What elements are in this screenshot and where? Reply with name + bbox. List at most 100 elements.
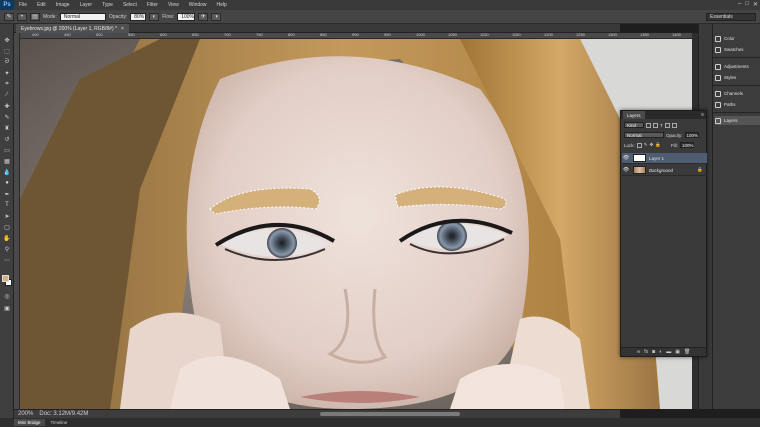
- move-tool-icon[interactable]: ✥: [3, 36, 11, 44]
- blend-mode-select[interactable]: Normal: [624, 132, 664, 138]
- document-canvas[interactable]: [20, 39, 692, 409]
- menu-file[interactable]: File: [14, 2, 32, 8]
- ruler-tick: 1200: [544, 32, 553, 37]
- eraser-tool-icon[interactable]: ▭: [3, 146, 11, 154]
- lasso-tool-icon[interactable]: ᘐ: [3, 58, 11, 66]
- quick-select-tool-icon[interactable]: ✦: [3, 69, 11, 77]
- tab-close-icon[interactable]: ×: [121, 26, 124, 32]
- link-layers-icon[interactable]: ∞: [637, 349, 641, 355]
- crop-tool-icon[interactable]: ⌗: [3, 80, 11, 88]
- layers-tab[interactable]: Layers: [623, 111, 645, 119]
- filter-type-icon[interactable]: T: [660, 123, 663, 128]
- shape-tool-icon[interactable]: ▢: [3, 223, 11, 231]
- screen-mode-icon[interactable]: ▣: [3, 304, 11, 312]
- filter-pixel-icon[interactable]: [646, 122, 651, 128]
- zoom-level[interactable]: 200%: [18, 411, 33, 417]
- delete-layer-icon[interactable]: 🗑: [684, 349, 690, 355]
- pressure-size-icon[interactable]: ◑: [211, 12, 222, 21]
- quick-mask-icon[interactable]: ◎: [3, 292, 11, 300]
- zoom-tool-icon[interactable]: ⚲: [3, 245, 11, 253]
- healing-tool-icon[interactable]: ✚: [3, 102, 11, 110]
- filter-adjust-icon[interactable]: [653, 122, 658, 128]
- panel-paths[interactable]: Paths: [715, 100, 760, 109]
- flow-field[interactable]: 100%: [177, 12, 196, 21]
- tab-timeline[interactable]: Timeline: [47, 419, 72, 426]
- panel-layers-label: Layers: [724, 118, 738, 123]
- panel-layers[interactable]: Layers: [715, 116, 760, 125]
- layer-opacity-field[interactable]: 100%: [684, 132, 699, 138]
- layer-row-layer-1[interactable]: 👁 Layer 1: [622, 153, 707, 164]
- document-info[interactable]: Doc: 3.12M/9.42M: [39, 411, 88, 417]
- new-group-icon[interactable]: ▬: [666, 349, 671, 355]
- clone-stamp-tool-icon[interactable]: ♜: [3, 124, 11, 132]
- ruler-tick: 1250: [576, 32, 585, 37]
- path-select-tool-icon[interactable]: ➤: [3, 212, 11, 220]
- layer-fill-field[interactable]: 100%: [679, 142, 694, 148]
- menu-help[interactable]: Help: [212, 2, 232, 8]
- airbrush-icon[interactable]: ✈: [198, 12, 209, 21]
- opacity-label: Opacity:: [666, 132, 683, 138]
- marquee-tool-icon[interactable]: ⬚: [3, 47, 11, 55]
- menu-image[interactable]: Image: [51, 2, 75, 8]
- layer-name[interactable]: Layer 1: [649, 156, 664, 161]
- new-layer-icon[interactable]: ▣: [675, 349, 680, 355]
- brush-panel-icon[interactable]: ▤: [30, 12, 40, 21]
- ruler-tick: 950: [384, 32, 391, 37]
- type-tool-icon[interactable]: T: [3, 201, 11, 209]
- menu-filter[interactable]: Filter: [142, 2, 163, 8]
- eyedropper-tool-icon[interactable]: ⁄: [3, 91, 11, 99]
- dodge-tool-icon[interactable]: ●: [3, 179, 11, 187]
- history-brush-tool-icon[interactable]: ↺: [3, 135, 11, 143]
- channels-icon: [715, 90, 721, 97]
- foreground-color-swatch[interactable]: [2, 275, 9, 282]
- opacity-field[interactable]: 80%: [130, 12, 147, 21]
- hand-tool-icon[interactable]: ✋: [3, 234, 11, 242]
- menu-edit[interactable]: Edit: [32, 2, 51, 8]
- layer-style-icon[interactable]: fx: [644, 349, 648, 355]
- maximize-icon[interactable]: □: [745, 1, 749, 8]
- filter-smart-icon[interactable]: [671, 122, 677, 128]
- pen-tool-icon[interactable]: ✒: [3, 190, 11, 198]
- pressure-opacity-icon[interactable]: ◐: [149, 12, 160, 21]
- brush-tool-icon[interactable]: ✎: [3, 113, 11, 121]
- lock-all-icon[interactable]: 🔒: [655, 142, 661, 148]
- mode-select[interactable]: Normal: [59, 12, 106, 21]
- brush-size-icon[interactable]: •: [17, 12, 27, 21]
- add-mask-icon[interactable]: ◙: [652, 349, 655, 355]
- gradient-tool-icon[interactable]: ▦: [3, 157, 11, 165]
- layers-panel: Layers ≡ Kind T Normal Opacity: 100% Loc…: [620, 110, 707, 357]
- workspace-select[interactable]: Essentials: [706, 13, 756, 21]
- lock-label: Lock:: [624, 142, 635, 148]
- kind-filter-select[interactable]: Kind: [624, 122, 644, 128]
- ruler-tick: 1150: [512, 32, 521, 37]
- menu-type[interactable]: Type: [97, 2, 118, 8]
- panel-color[interactable]: Color: [715, 34, 760, 43]
- ruler-tick: 1350: [640, 32, 649, 37]
- close-icon[interactable]: ✕: [753, 1, 758, 8]
- panel-swatches[interactable]: Swatches: [715, 45, 760, 54]
- menu-window[interactable]: Window: [184, 2, 212, 8]
- filter-shape-icon[interactable]: [664, 122, 670, 128]
- lock-icon: 🔒: [697, 167, 703, 172]
- lock-position-icon[interactable]: ✥: [650, 142, 654, 148]
- minimize-icon[interactable]: –: [738, 1, 741, 8]
- horizontal-scrollbar[interactable]: [320, 412, 460, 416]
- panel-styles[interactable]: Styles: [715, 73, 760, 82]
- panel-channels[interactable]: Channels: [715, 89, 760, 98]
- panel-menu-icon[interactable]: ≡: [701, 112, 704, 118]
- blur-tool-icon[interactable]: 💧: [3, 168, 11, 176]
- lock-transparent-icon[interactable]: [636, 142, 642, 148]
- menu-view[interactable]: View: [163, 2, 184, 8]
- lock-image-icon[interactable]: ✎: [644, 142, 648, 148]
- menu-layer[interactable]: Layer: [75, 2, 98, 8]
- panel-adjustments[interactable]: Adjustments: [715, 62, 760, 71]
- adjustment-layer-icon[interactable]: ◐: [659, 349, 662, 355]
- more-tools-icon[interactable]: ⋯: [3, 256, 11, 264]
- layer-row-background[interactable]: 👁 Background 🔒: [622, 165, 707, 176]
- brush-preset-icon[interactable]: ✎: [4, 12, 14, 21]
- layer-name[interactable]: Background: [649, 168, 673, 173]
- eye-icon[interactable]: 👁: [622, 167, 630, 173]
- eye-icon[interactable]: 👁: [622, 155, 630, 161]
- tab-mini-bridge[interactable]: Mini Bridge: [14, 419, 45, 426]
- menu-select[interactable]: Select: [118, 2, 142, 8]
